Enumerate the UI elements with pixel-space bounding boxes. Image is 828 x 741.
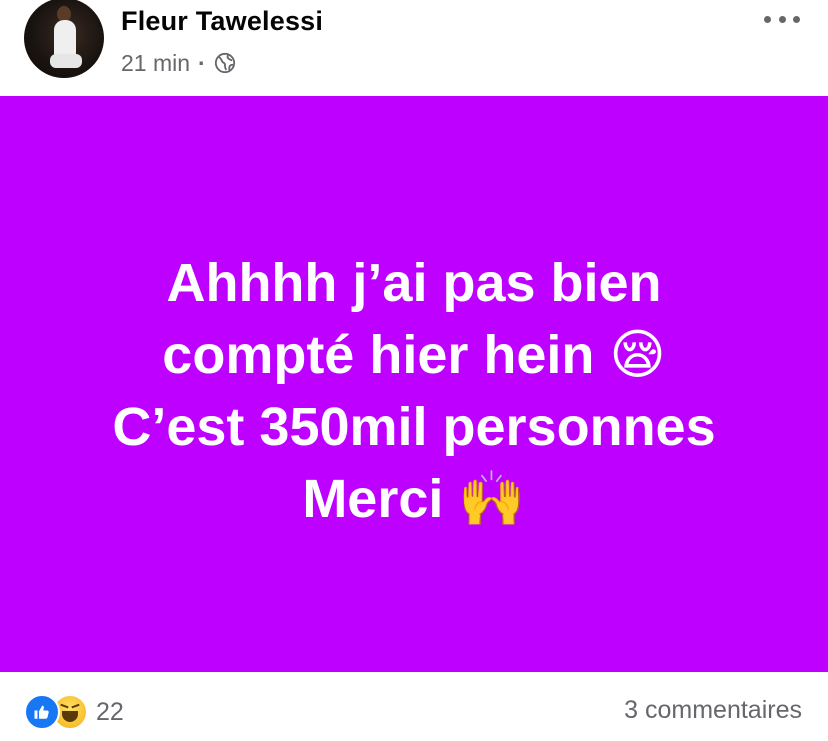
globe-icon[interactable] [214,52,236,74]
more-dot [764,15,771,23]
post-text-line: Ahhhh j’ai pas bien [166,253,662,313]
meta-separator: · [198,49,206,76]
more-dot [778,15,786,23]
post-text-line: Merci 🙌 [302,469,526,529]
avatar[interactable] [24,0,104,78]
haha-mouth [62,711,78,722]
post-text: Ahhhh j’ai pas bien compté hier hein 😪 C… [112,247,715,535]
post-text-line: C’est 350mil personnes [112,397,716,457]
post-footer: 22 3 commentaires [0,672,828,741]
comments-count-link[interactable]: 3 commentaires [624,696,802,725]
post-text-line: compté hier hein 😪 [162,325,666,385]
avatar-figure-legs [50,54,82,68]
post-content-background: Ahhhh j’ai pas bien compté hier hein 😪 C… [0,96,828,672]
more-options-icon[interactable] [764,8,800,30]
post-timestamp[interactable]: 21 min [121,50,190,77]
reactions-summary[interactable]: 22 [24,694,124,730]
more-dot [793,15,800,23]
like-icon [24,694,60,730]
post-meta: 21 min · [121,48,236,78]
facebook-post: Fleur Tawelessi 21 min · Ahhhh j’ai pas … [0,0,828,741]
post-header: Fleur Tawelessi 21 min · [0,0,828,96]
thumbs-up-icon [34,705,49,719]
reaction-count: 22 [96,697,124,726]
author-name[interactable]: Fleur Tawelessi [121,6,323,37]
